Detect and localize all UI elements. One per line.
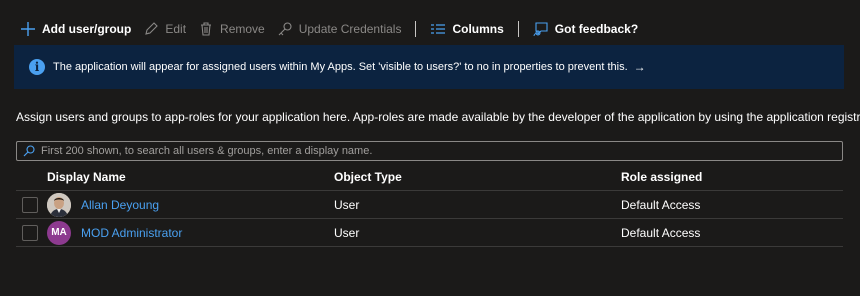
feedback-icon bbox=[533, 21, 549, 37]
pencil-icon bbox=[143, 21, 159, 37]
assignments-table: Display Name Object Type Role assigned A… bbox=[16, 163, 843, 247]
role-cell: Default Access bbox=[621, 225, 701, 240]
remove-button[interactable]: Remove bbox=[192, 16, 271, 42]
row-checkbox[interactable] bbox=[22, 196, 38, 213]
table-header: Display Name Object Type Role assigned bbox=[16, 163, 843, 191]
row-select-cell bbox=[16, 196, 47, 213]
object-type-cell: User bbox=[334, 225, 360, 240]
avatar bbox=[47, 192, 71, 217]
update-credentials-button[interactable]: Update Credentials bbox=[271, 16, 408, 42]
object-type-cell: User bbox=[334, 197, 360, 212]
toolbar-divider bbox=[415, 21, 417, 37]
toolbar-divider bbox=[517, 21, 519, 37]
plus-icon bbox=[20, 21, 36, 37]
update-credentials-label: Update Credentials bbox=[298, 22, 402, 36]
row-select-cell bbox=[16, 224, 47, 241]
trash-icon bbox=[198, 21, 214, 37]
columns-icon bbox=[430, 21, 446, 37]
name-cell: Allan Deyoung bbox=[47, 192, 334, 217]
user-name-link[interactable]: MOD Administrator bbox=[81, 226, 182, 240]
info-banner: i The application will appear for assign… bbox=[14, 45, 844, 89]
remove-label: Remove bbox=[220, 22, 265, 36]
info-icon: i bbox=[29, 59, 45, 75]
user-name-link[interactable]: Allan Deyoung bbox=[81, 198, 159, 212]
banner-arrow-link[interactable]: → bbox=[634, 60, 646, 74]
feedback-button[interactable]: Got feedback? bbox=[527, 16, 644, 42]
edit-label: Edit bbox=[165, 22, 187, 36]
avatar: MA bbox=[47, 220, 71, 245]
table-row[interactable]: Allan Deyoung User Default Access bbox=[16, 191, 843, 219]
command-bar: Add user/group Edit Remove Update Creden… bbox=[14, 16, 644, 42]
columns-button[interactable]: Columns bbox=[424, 16, 509, 42]
banner-message: The application will appear for assigned… bbox=[53, 61, 628, 73]
add-user-group-label: Add user/group bbox=[42, 22, 132, 36]
name-cell: MA MOD Administrator bbox=[47, 220, 334, 245]
key-icon bbox=[277, 21, 293, 37]
search-input[interactable] bbox=[41, 145, 842, 157]
header-object-type[interactable]: Object Type bbox=[334, 170, 621, 184]
edit-button[interactable]: Edit bbox=[137, 16, 192, 42]
add-user-group-button[interactable]: Add user/group bbox=[14, 16, 137, 42]
feedback-label: Got feedback? bbox=[554, 22, 639, 36]
table-row[interactable]: MA MOD Administrator User Default Access bbox=[16, 219, 843, 247]
search-icon bbox=[23, 145, 35, 157]
page-description: Assign users and groups to app-roles for… bbox=[16, 110, 860, 124]
search-box[interactable] bbox=[16, 141, 843, 161]
role-cell: Default Access bbox=[621, 197, 701, 212]
header-display-name[interactable]: Display Name bbox=[47, 170, 334, 184]
header-role-assigned[interactable]: Role assigned bbox=[621, 170, 843, 184]
row-checkbox[interactable] bbox=[22, 224, 38, 241]
columns-label: Columns bbox=[452, 22, 504, 36]
